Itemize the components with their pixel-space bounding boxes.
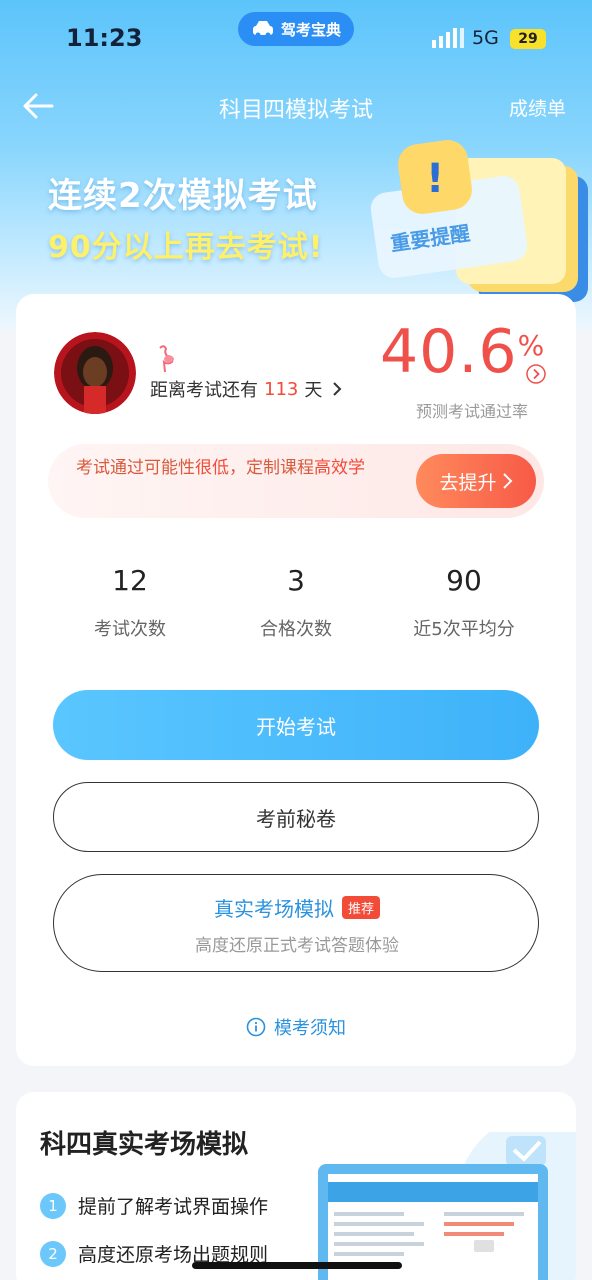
tip-part2: ，定制课程 <box>229 458 314 478</box>
countdown-prefix: 距离考试还有 <box>150 380 258 401</box>
real-exam-simulation-card[interactable]: 科四真实考场模拟 1 提前了解考试界面操作 2 高度还原考场出题规则 <box>16 1092 576 1280</box>
important-reminder-illustration: ! 重要提醒 <box>370 140 588 302</box>
page-title: 科目四模拟考试 <box>218 98 373 123</box>
feature-number: 1 <box>40 1192 66 1219</box>
stat-exam-count: 12 考试次数 <box>40 564 220 641</box>
stat-average-score: 90 近5次平均分 <box>374 564 554 641</box>
pass-rate-value[interactable]: 40.6% <box>380 322 545 382</box>
home-indicator[interactable] <box>192 1262 402 1269</box>
chevron-right-icon <box>502 473 512 489</box>
tip-part1: 考试通过可能性 <box>76 458 195 478</box>
countdown-suffix: 天 <box>304 380 323 401</box>
start-exam-button[interactable]: 开始考试 <box>53 690 539 760</box>
chevron-circle-icon[interactable] <box>526 364 546 384</box>
tip-text: 考试通过可能性很低，定制课程高效学 <box>76 456 388 481</box>
tip-highlight-efficient: 高效学 <box>314 458 365 478</box>
app-indicator-pill: 驾考宝典 <box>238 12 354 46</box>
svg-text:!: ! <box>426 156 444 202</box>
improve-button[interactable]: 去提升 <box>416 454 536 508</box>
feature-item: 1 提前了解考试界面操作 <box>40 1192 268 1219</box>
exam-screen-illustration <box>318 1132 576 1280</box>
score-report-link[interactable]: 成绩单 <box>509 94 566 121</box>
pass-rate-label: 预测考试通过率 <box>416 402 529 421</box>
status-time: 11:23 <box>66 24 143 52</box>
simulation-title-text: 真实考场模拟 <box>213 897 334 921</box>
exam-summary-card: 距离考试还有 113 天 40.6% 预测考试通过率 考试通过可能性很低，定制课… <box>16 294 576 1066</box>
simulation-title: 真实考场模拟 推荐 <box>54 893 540 922</box>
car-icon <box>252 21 273 38</box>
stat-value: 12 <box>112 564 148 597</box>
app-name: 驾考宝典 <box>280 20 341 39</box>
chevron-right-icon <box>333 382 342 396</box>
feature-number: 2 <box>40 1240 66 1267</box>
tip-highlight-low: 很低 <box>195 458 229 478</box>
section-title: 科四真实考场模拟 <box>40 1130 249 1160</box>
countdown-days: 113 <box>264 378 299 400</box>
stat-label: 近5次平均分 <box>413 619 515 640</box>
improve-tip-banner: 考试通过可能性很低，定制课程高效学 去提升 <box>48 444 544 518</box>
avatar[interactable] <box>54 332 136 414</box>
nav-bar: 科目四模拟考试 成绩单 <box>0 78 592 134</box>
status-bar: 11:23 驾考宝典 5G 29 <box>0 0 592 70</box>
pass-rate-number: 40.6 <box>380 317 518 387</box>
exam-notice-label: 模考须知 <box>274 1018 346 1039</box>
signal-icon <box>432 28 464 48</box>
banner-headline: 连续2次模拟考试 <box>48 176 318 216</box>
stat-value: 3 <box>287 564 305 597</box>
network-label: 5G <box>472 27 499 49</box>
pre-exam-secret-paper-button[interactable]: 考前秘卷 <box>53 782 539 852</box>
recommend-badge: 推荐 <box>341 896 380 919</box>
stat-label: 合格次数 <box>260 619 332 640</box>
banner-subheadline: 90分以上再去考试! <box>48 230 324 265</box>
stat-pass-count: 3 合格次数 <box>206 564 386 641</box>
info-icon <box>246 1017 266 1037</box>
flamingo-icon <box>159 345 174 373</box>
stat-value: 90 <box>446 564 482 597</box>
exam-countdown[interactable]: 距离考试还有 113 天 <box>150 376 344 402</box>
simulation-subtitle: 高度还原正式考试答题体验 <box>195 936 399 956</box>
improve-button-label: 去提升 <box>439 471 497 494</box>
pass-rate-unit: % <box>517 329 546 362</box>
real-exam-simulation-button[interactable]: 真实考场模拟 推荐 高度还原正式考试答题体验 <box>53 874 539 972</box>
exam-notice-link[interactable]: 模考须知 <box>16 1014 576 1040</box>
stat-label: 考试次数 <box>94 619 166 640</box>
battery-indicator: 29 <box>510 29 546 49</box>
feature-text: 提前了解考试界面操作 <box>78 1196 269 1218</box>
